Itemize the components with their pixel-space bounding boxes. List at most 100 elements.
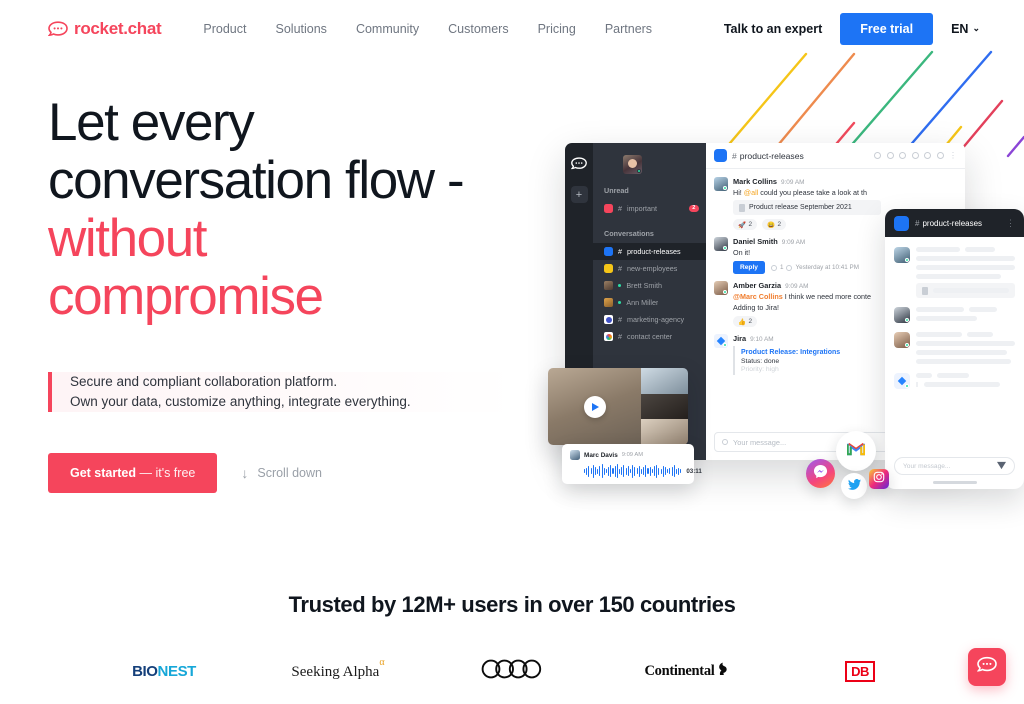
rocketchat-bubble-icon — [47, 20, 68, 37]
free-trial-button[interactable]: Free trial — [840, 12, 934, 45]
nav-item-solutions[interactable]: Solutions — [276, 22, 327, 36]
nav-item-community[interactable]: Community — [356, 22, 419, 36]
channel-color-swatch — [604, 204, 613, 213]
mention-user[interactable]: @Marc Collins — [733, 292, 783, 301]
hero-cta-row: Get started — it's free ↓ Scroll down — [48, 453, 518, 493]
sidebar-item-marketing-agency[interactable]: # marketing-agency — [593, 311, 706, 328]
app-logo-icon — [604, 315, 613, 324]
sidebar-item-contact-center[interactable]: # contact center — [593, 328, 706, 345]
reply-button[interactable]: Reply — [733, 261, 765, 274]
bionest-wordmark: BIONEST — [132, 663, 196, 680]
message-body: Daniel Smith 9:09 AM On it! Reply 1 Yest… — [733, 237, 859, 274]
create-new-button[interactable]: + — [570, 186, 588, 203]
channel-color-swatch — [714, 149, 727, 162]
kebab-menu-icon[interactable]: ⋮ — [1006, 218, 1015, 229]
online-status-dot — [618, 283, 622, 288]
nav-item-customers[interactable]: Customers — [448, 22, 508, 36]
jira-card-priority: Priority: high — [741, 366, 779, 373]
mobile-attachment — [916, 283, 1015, 298]
info-icon[interactable] — [886, 152, 894, 159]
phone-icon[interactable] — [924, 152, 931, 159]
play-button[interactable] — [583, 395, 606, 418]
customer-logos: BIONEST Seeking Alphaα Continental DB — [0, 656, 1024, 686]
online-status-dot — [905, 384, 909, 388]
mobile-jira-card — [916, 382, 1015, 387]
hash-icon: # — [618, 315, 622, 324]
hash-icon: # — [915, 218, 920, 228]
send-icon[interactable] — [997, 457, 1006, 475]
sidebar-item-new-employees[interactable]: # new-employees — [593, 260, 706, 277]
message-author: Mark Collins — [733, 177, 777, 186]
jira-issue-card[interactable]: Product Release: Integrations Status: do… — [733, 346, 840, 375]
audio-player[interactable]: 03:11 — [570, 464, 702, 478]
online-status-dot — [905, 343, 909, 347]
hash-icon: # — [618, 204, 622, 213]
online-status-dot — [637, 169, 641, 173]
skeleton-bar — [916, 247, 960, 252]
globe-icon[interactable] — [874, 152, 881, 159]
twitter-bubble[interactable] — [841, 473, 867, 499]
sidebar-item-label: important — [627, 204, 657, 213]
trusted-heading: Trusted by 12M+ users in over 150 countr… — [288, 592, 736, 617]
avatar — [714, 281, 728, 295]
twitter-icon — [847, 477, 861, 495]
sidebar-item-important[interactable]: # important 2 — [593, 200, 706, 217]
threads-icon[interactable] — [899, 152, 906, 159]
sidebar-item-ann-miller[interactable]: Ann Miller — [593, 294, 706, 311]
message-author: Amber Garzia — [733, 281, 782, 290]
avatar — [894, 307, 910, 323]
members-icon[interactable] — [936, 152, 944, 159]
discussion-icon[interactable] — [911, 152, 919, 159]
jira-app-icon — [714, 334, 728, 348]
sidebar-item-product-releases[interactable]: # product-releases — [593, 243, 706, 260]
nav-item-product[interactable]: Product — [203, 22, 246, 36]
nav-item-partners[interactable]: Partners — [605, 22, 652, 36]
messenger-bubble[interactable] — [806, 459, 835, 488]
language-selector[interactable]: EN ⌄ — [951, 22, 980, 36]
file-attachment[interactable]: Product release September 2021 — [733, 200, 881, 215]
video-participant-grid — [641, 368, 688, 445]
avatar[interactable] — [623, 155, 642, 174]
reaction-thumbsup[interactable]: 👍 2 — [733, 316, 758, 327]
skeleton-row — [916, 332, 1015, 337]
video-participant — [641, 368, 688, 394]
bionest-part-1: BIO — [132, 662, 158, 680]
logo-seeking-alpha: Seeking Alphaα — [251, 656, 425, 686]
talk-to-expert-link[interactable]: Talk to an expert — [724, 22, 822, 36]
logo-continental: Continental — [599, 656, 773, 686]
mobile-message-body — [916, 247, 1015, 298]
nav-item-pricing[interactable]: Pricing — [538, 22, 576, 36]
file-icon — [739, 203, 745, 212]
rocketchat-logo[interactable]: rocket.chat — [47, 19, 162, 39]
kebab-menu-icon[interactable]: ⋮ — [949, 151, 957, 160]
chat-widget-button[interactable] — [968, 648, 1006, 686]
sidebar-item-brett-smith[interactable]: Brett Smith — [593, 277, 706, 294]
audio-author: Marc Davis — [584, 451, 618, 459]
gmail-bubble[interactable] — [836, 431, 876, 471]
bionest-part-2: NEST — [157, 662, 197, 680]
instagram-bubble[interactable] — [869, 469, 889, 489]
mobile-message-input[interactable]: Your message... — [894, 457, 1015, 475]
mention-all[interactable]: @all — [744, 188, 759, 197]
scroll-down-link[interactable]: ↓ Scroll down — [241, 465, 322, 481]
get-started-button[interactable]: Get started — it's free — [48, 453, 218, 493]
subtitle-line-2: Own your data, customize anything, integ… — [70, 394, 411, 409]
skeleton-bar — [916, 359, 1012, 364]
sidebar-item-label: marketing-agency — [627, 315, 685, 324]
chat-bubble-icon — [976, 656, 997, 678]
mobile-message-body — [916, 332, 1015, 364]
skeleton-bar — [916, 307, 964, 312]
seeking-alpha-wordmark: Seeking Alphaα — [291, 657, 384, 681]
message-input-placeholder: Your message... — [733, 437, 787, 447]
reaction-smile[interactable]: 😄 2 — [762, 219, 787, 230]
mobile-message-item — [894, 332, 1015, 364]
reply-count: 1 — [779, 264, 784, 271]
avatar — [570, 450, 580, 460]
mobile-message-item — [894, 307, 1015, 323]
arrow-down-icon: ↓ — [241, 465, 249, 481]
unread-badge: 2 — [688, 204, 699, 213]
reaction-rocket[interactable]: 🚀 2 — [733, 219, 758, 230]
emoji-icon[interactable] — [722, 439, 728, 445]
rail-rocketchat-icon[interactable] — [570, 157, 587, 170]
avatar — [714, 177, 728, 191]
